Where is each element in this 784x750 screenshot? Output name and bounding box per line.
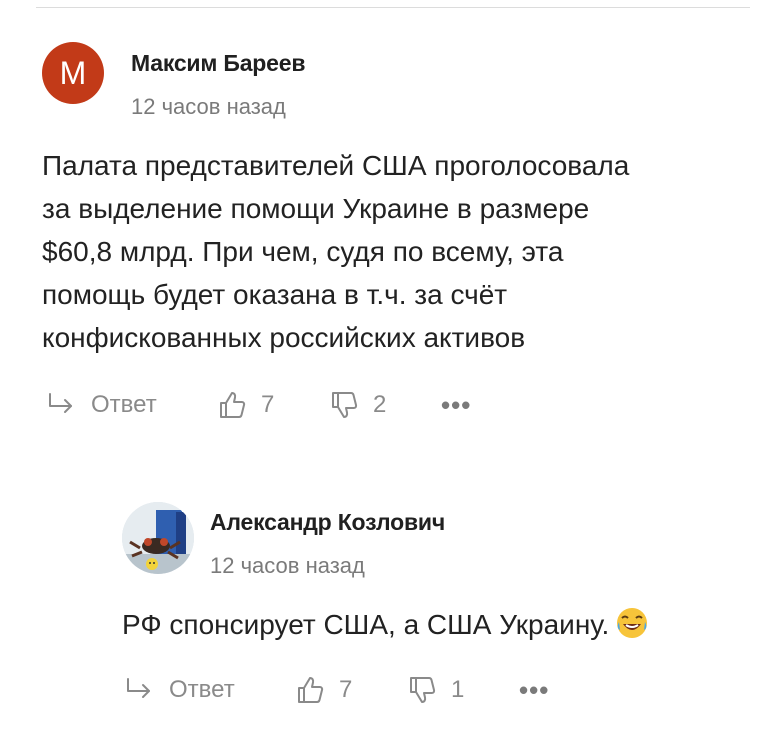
like-button[interactable]: 7 <box>295 675 407 705</box>
reply-button[interactable]: Ответ <box>125 676 295 704</box>
comment-header: М Максим Бареев 12 часов назад <box>42 42 742 122</box>
like-button[interactable]: 7 <box>217 390 329 420</box>
dislike-button[interactable]: 1 <box>407 675 519 705</box>
reply-button[interactable]: Ответ <box>47 391 217 419</box>
comment-text-line: конфискованных российских активов <box>42 322 526 353</box>
comment-actions: Ответ 7 1 ••• <box>125 670 549 710</box>
reply-arrow-icon <box>49 393 72 413</box>
like-count: 7 <box>339 676 353 703</box>
like-count: 7 <box>261 391 275 418</box>
comment-text-line: Палата представителей США проголосовала <box>42 150 630 181</box>
avatar[interactable]: М <box>42 42 104 104</box>
thumbs-up-icon <box>220 392 246 418</box>
top-divider <box>36 7 750 8</box>
comment: М Максим Бареев 12 часов назад Палата пр… <box>42 42 742 353</box>
comment-text: Палата представителей США проголосовала … <box>42 144 742 359</box>
reply-label: Ответ <box>91 391 157 418</box>
reply-arrow-icon <box>127 678 150 698</box>
comment-text-line: РФ спонсирует США, а США Украину. <box>122 609 610 640</box>
comment-text-line: $60,8 млрд. При чем, судя по всему, эта <box>42 236 564 267</box>
comment-actions: Ответ 7 2 ••• <box>47 385 471 425</box>
thumbs-up-icon <box>298 677 324 703</box>
laughing-emoji-icon <box>617 608 648 638</box>
dislike-button[interactable]: 2 <box>329 390 441 420</box>
comment-header: Александр Козлович 12 часов назад <box>122 502 762 582</box>
avatar-photo-icon <box>122 502 194 574</box>
reply-label: Ответ <box>169 676 235 703</box>
more-options-button[interactable]: ••• <box>441 390 471 421</box>
more-options-button[interactable]: ••• <box>519 675 549 706</box>
comment-text-line: за выделение помощи Украине в размере <box>42 193 590 224</box>
thumbs-down-icon <box>410 677 436 703</box>
avatar[interactable] <box>122 502 194 574</box>
author-name[interactable]: Александр Козлович <box>210 509 445 536</box>
comment-text-line: помощь будет оказана в т.ч. за счёт <box>42 279 508 310</box>
dislike-count: 2 <box>373 391 387 418</box>
timestamp: 12 часов назад <box>131 94 286 119</box>
dislike-count: 1 <box>451 676 465 703</box>
author-name[interactable]: Максим Бареев <box>131 50 305 77</box>
thumbs-down-icon <box>332 392 358 418</box>
timestamp: 12 часов назад <box>210 553 365 578</box>
reply-comment: Александр Козлович 12 часов назад РФ спо… <box>122 502 762 640</box>
comment-text: РФ спонсирует США, а США Украину. <box>122 603 762 646</box>
